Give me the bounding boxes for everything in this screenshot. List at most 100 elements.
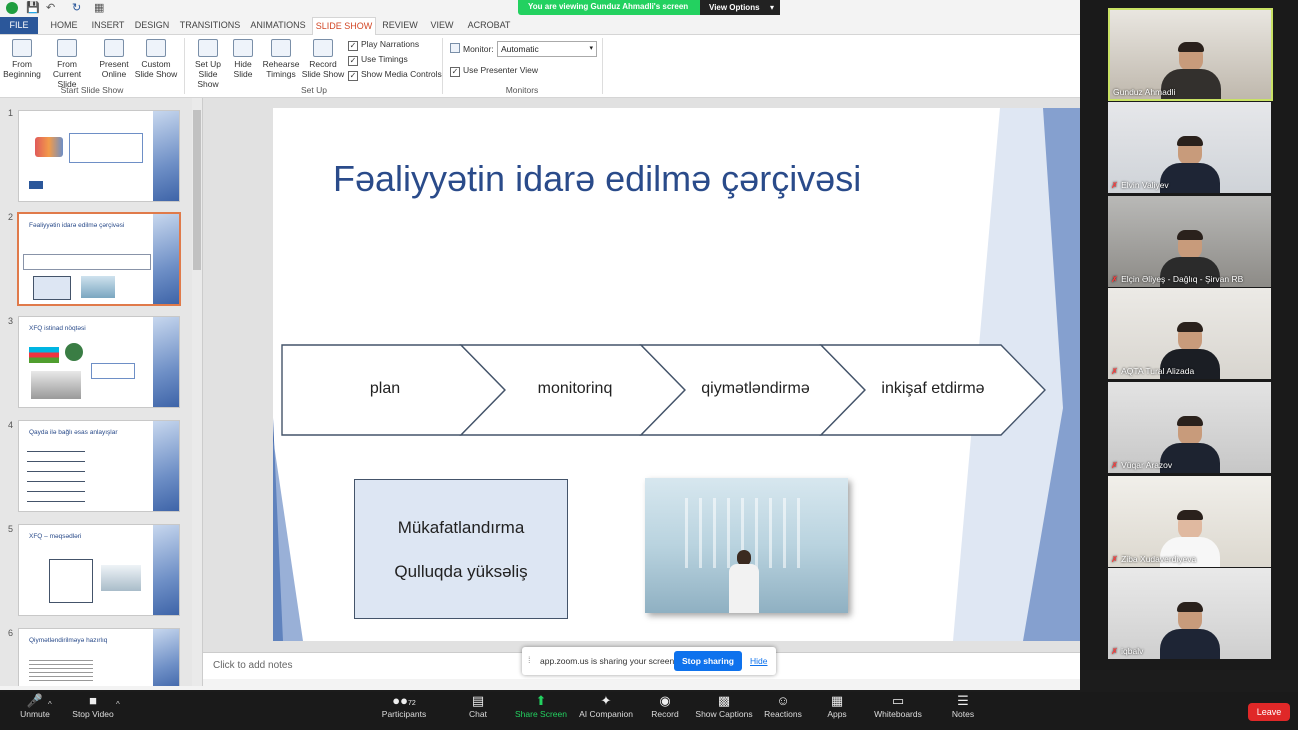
participant-name: Vüqar Arazov: [1121, 460, 1173, 470]
stop-sharing-button[interactable]: Stop sharing: [674, 651, 742, 671]
scrollbar-thumb[interactable]: [193, 110, 201, 270]
status-bar: [0, 686, 1080, 690]
custom-show-label: Custom Slide Show: [134, 59, 178, 79]
tab-design[interactable]: DESIGN: [132, 17, 172, 34]
slide-thumbnail-2[interactable]: Fəaliyyətin idarə edilmə çərçivəsi: [17, 212, 181, 306]
tab-insert[interactable]: INSERT: [88, 17, 128, 34]
from-current-slide-button[interactable]: From Current Slide: [44, 39, 90, 89]
participant-name-row: ✗ Ziba Xudaverdiyeva: [1111, 554, 1196, 565]
thumbnail-flag: [29, 181, 43, 189]
tab-animations[interactable]: ANIMATIONS: [248, 17, 308, 34]
video-hair: [1176, 602, 1203, 612]
thumbnail-textbox: [91, 363, 135, 379]
thumbnail-title: XFQ – məqsədləri: [29, 533, 82, 540]
monitor-select[interactable]: Automatic ▾: [497, 41, 597, 57]
hide-link[interactable]: Hide: [750, 656, 767, 666]
share-screen-label: Share Screen: [515, 709, 567, 719]
tab-transitions[interactable]: TRANSITIONS: [178, 17, 242, 34]
thumbnail-process: [23, 254, 151, 270]
tab-review[interactable]: REVIEW: [380, 17, 420, 34]
present-online-button[interactable]: Present Online: [96, 39, 132, 79]
drag-handle-icon[interactable]: ⁞: [528, 655, 531, 665]
monitor-label: Monitor:: [450, 43, 494, 54]
video-tile[interactable]: ✗ AQTA Tural Alizada: [1108, 288, 1271, 379]
video-tile[interactable]: ✗ Ziba Xudaverdiyeva: [1108, 476, 1271, 567]
participant-name: iqbalv: [1121, 646, 1144, 656]
ribbon-tabs: FILE HOME INSERT DESIGN TRANSITIONS ANIM…: [0, 17, 1080, 36]
main-slide[interactable]: Fəaliyyətin idarə edilmə çərçivəsi plan …: [273, 108, 1080, 641]
chat-button[interactable]: ▤ Chat: [443, 693, 513, 719]
tab-acrobat[interactable]: ACROBAT: [464, 17, 514, 34]
video-tile[interactable]: ✗ Elçin Əliyeş - Dağlıq - Şirvan RB: [1108, 196, 1271, 287]
participants-icon: ●●72: [392, 693, 416, 708]
record-slide-show-button[interactable]: Record Slide Show: [300, 39, 346, 79]
redo-icon[interactable]: ↻: [72, 1, 81, 14]
muted-mic-icon: ✗: [1111, 646, 1119, 656]
whiteboards-button[interactable]: ▭ Whiteboards: [863, 693, 933, 719]
save-icon[interactable]: 💾: [26, 1, 40, 14]
from-beginning-button[interactable]: From Beginning: [2, 39, 42, 79]
whiteboard-icon: ▭: [891, 693, 905, 708]
slide-thumbnail-3[interactable]: XFQ istinad nöqtəsi: [18, 316, 180, 408]
video-hair: [1176, 136, 1203, 146]
video-tile[interactable]: ✗ Elvin Valiyev: [1108, 102, 1271, 193]
apps-button[interactable]: ▦ Apps: [802, 693, 872, 719]
thumbnail-image: [101, 565, 141, 591]
group-set-up: Set Up: [301, 85, 327, 95]
slide-thumbnail-5[interactable]: XFQ – məqsədləri: [18, 524, 180, 616]
chevron-up-icon[interactable]: ^: [116, 700, 120, 709]
muted-mic-icon: ✗: [1111, 460, 1119, 470]
show-media-controls-checkbox[interactable]: ✓ Show Media Controls: [348, 69, 442, 81]
ribbon-divider: [184, 38, 185, 94]
apps-icon: ▦: [830, 693, 844, 708]
flag-icon: [29, 347, 59, 363]
notes-button[interactable]: ☰ Notes: [928, 693, 998, 719]
sharing-text: app.zoom.us is sharing your screen.: [540, 656, 677, 666]
tab-home[interactable]: HOME: [44, 17, 84, 34]
group-start-slide-show: Start Slide Show: [60, 85, 124, 95]
powerpoint-window: 💾 ↶ ↻ ▦ FILE HOME INSERT DESIGN TRANSITI…: [0, 0, 1080, 690]
participant-name: Elvin Valiyev: [1121, 180, 1169, 190]
participant-name-row: ✗ AQTA Tural Alizada: [1111, 366, 1194, 377]
play-narrations-checkbox[interactable]: ✓ Play Narrations: [348, 39, 419, 51]
slide-thumbnail-1[interactable]: [18, 110, 180, 202]
thumbnail-image: [81, 276, 115, 298]
thumbnail-number: 2: [8, 212, 14, 222]
undo-icon[interactable]: ↶: [46, 1, 55, 14]
tab-slide-show[interactable]: SLIDE SHOW: [312, 17, 376, 36]
ribbon-divider: [602, 38, 603, 94]
business-person-image: [645, 478, 848, 613]
leave-button[interactable]: Leave: [1248, 703, 1290, 721]
hide-slide-button[interactable]: Hide Slide: [230, 39, 256, 79]
participants-button[interactable]: ●●72 Participants: [369, 693, 439, 719]
slide-decoration-left-2: [273, 438, 303, 641]
checkbox-checked-icon: ✓: [348, 56, 358, 66]
slide-thumbnail-6[interactable]: Qiymətləndirilməyə hazırlıq: [18, 628, 180, 690]
slide-thumbnails-pane[interactable]: 1 2 Fəaliyyətin idarə edilmə çərçivəsi 3…: [0, 98, 203, 690]
thumbnail-list: [27, 447, 85, 505]
use-presenter-view-checkbox[interactable]: ✓ Use Presenter View: [450, 65, 538, 77]
chevron-up-icon[interactable]: ^: [48, 700, 52, 709]
customize-icon[interactable]: ▦: [94, 1, 104, 14]
video-tile[interactable]: ✗ iqbalv: [1108, 568, 1271, 659]
thumbnail-decoration: [153, 214, 179, 304]
set-up-slide-show-button[interactable]: Set Up Slide Show: [188, 39, 228, 89]
share-screen-button[interactable]: ⬆ Share Screen: [506, 693, 576, 719]
thumbnail-scrollbar[interactable]: [192, 98, 202, 690]
record-show-label: Record Slide Show: [301, 59, 345, 79]
view-options-button[interactable]: View Options ▾: [700, 0, 780, 15]
rehearse-label: Rehearse Timings: [262, 59, 300, 79]
notes-icon: ☰: [957, 693, 969, 708]
video-hair: [1176, 322, 1203, 332]
slide-title: Fəaliyyətin idarə edilmə çərçivəsi: [333, 158, 862, 199]
participant-video: [1159, 602, 1220, 659]
tab-file[interactable]: FILE: [0, 17, 38, 34]
slide-thumbnail-4[interactable]: Qayda ilə bağlı əsas anlayışlar: [18, 420, 180, 512]
video-tile[interactable]: Gunduz Ahmadli: [1108, 8, 1273, 101]
tab-view[interactable]: VIEW: [424, 17, 460, 34]
custom-slide-show-button[interactable]: Custom Slide Show: [132, 39, 180, 79]
thumbnail-title: Fəaliyyətin idarə edilmə çərçivəsi: [29, 222, 125, 229]
use-timings-checkbox[interactable]: ✓ Use Timings: [348, 54, 408, 66]
video-tile[interactable]: ✗ Vüqar Arazov: [1108, 382, 1271, 473]
rehearse-timings-button[interactable]: Rehearse Timings: [262, 39, 300, 79]
